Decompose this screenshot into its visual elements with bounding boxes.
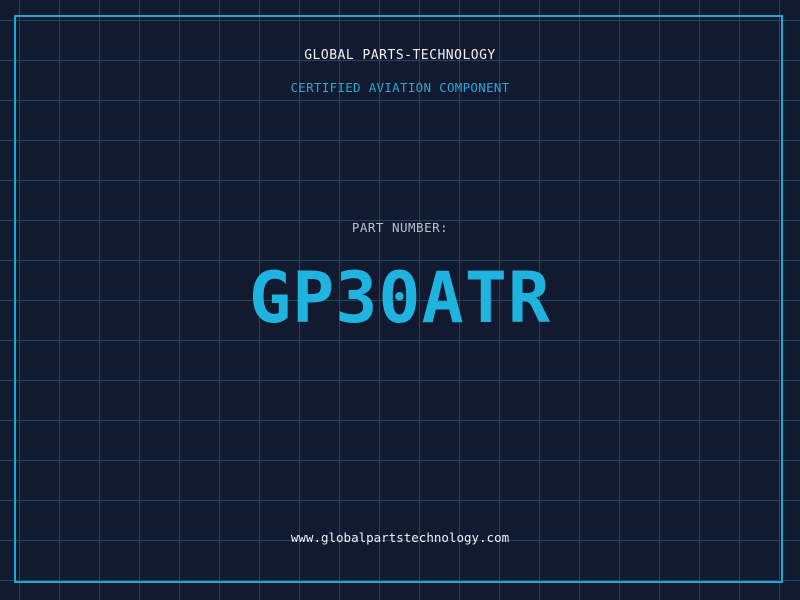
part-number-value: GP30ATR	[248, 257, 551, 339]
company-name: GLOBAL PARTS-TECHNOLOGY	[304, 48, 496, 63]
certification-subtitle: CERTIFIED AVIATION COMPONENT	[290, 80, 510, 95]
part-number-label: PART NUMBER:	[351, 220, 449, 235]
website-url: www.globalpartstechnology.com	[290, 530, 510, 545]
